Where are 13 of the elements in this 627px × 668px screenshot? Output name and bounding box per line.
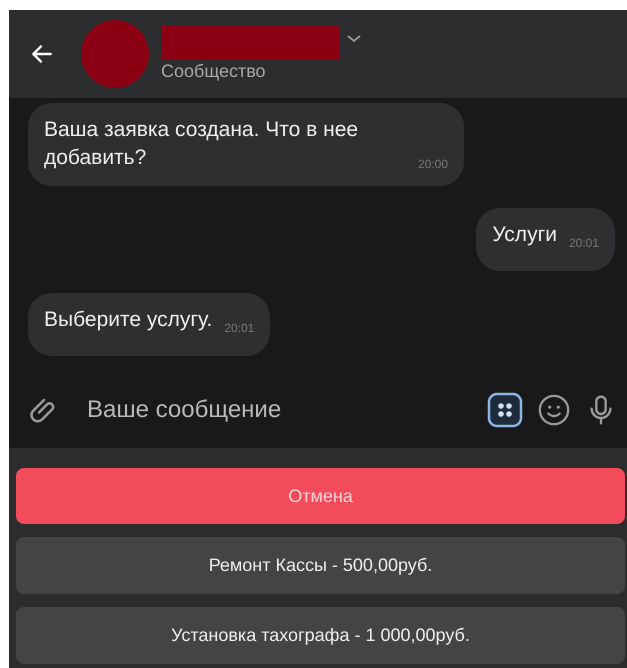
message-time: 20:00 — [418, 156, 448, 173]
community-label: Сообщество — [161, 61, 267, 82]
message-text: Услуги — [492, 223, 557, 246]
message-time: 20:01 — [224, 321, 254, 335]
message-time: 20:01 — [568, 236, 599, 250]
keyboard-button[interactable]: Ремонт Кассы - 500,00руб. — [16, 537, 625, 594]
message-text: Выберите услугу. — [44, 308, 212, 331]
keyboard-button[interactable]: Установка тахографа - 1 000,00руб. — [16, 607, 625, 664]
message-text: Ваша заявка создана. Что в нее добавить? — [44, 118, 358, 169]
emoji-icon[interactable] — [537, 393, 571, 427]
keyboard-buttons-icon[interactable] — [487, 392, 523, 428]
message-input[interactable]: Ваше сообщение — [85, 395, 473, 425]
chevron-down-icon[interactable] — [347, 34, 361, 42]
